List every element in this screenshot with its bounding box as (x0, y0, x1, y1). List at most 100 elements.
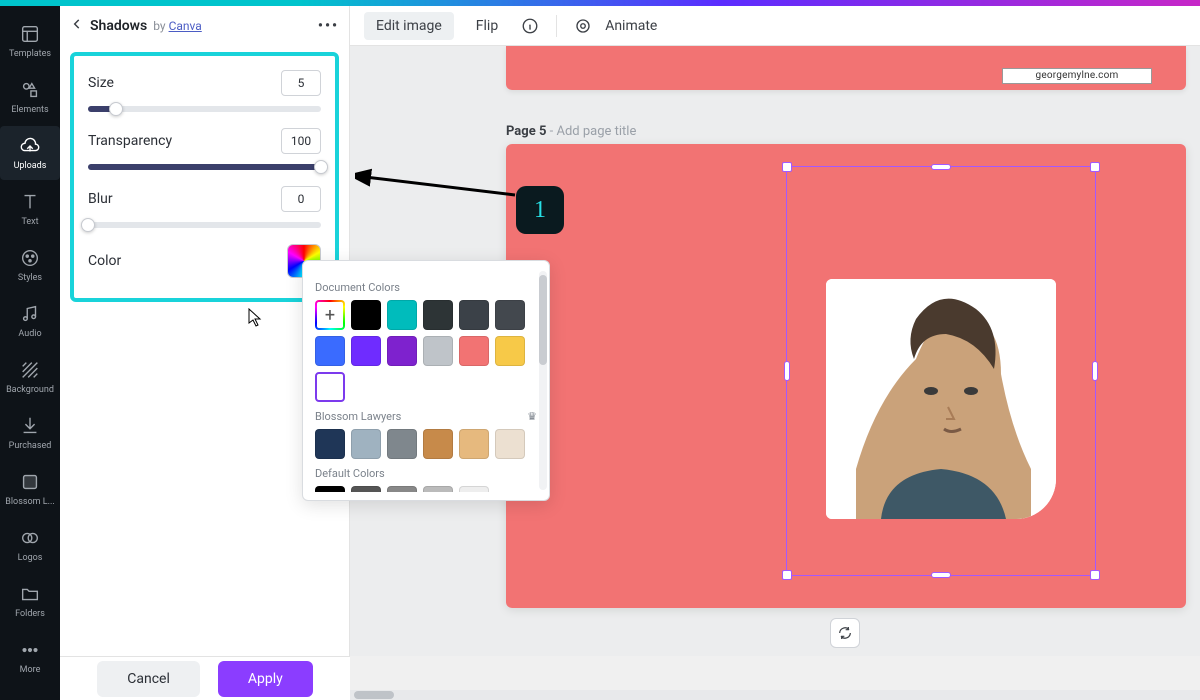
size-label: Size (88, 75, 114, 91)
color-swatch[interactable] (315, 429, 345, 459)
color-swatch[interactable] (423, 486, 453, 492)
color-swatch[interactable] (315, 336, 345, 366)
brand-icon (19, 471, 41, 493)
shadow-controls-group: Size Transparency Blur (70, 52, 339, 302)
panel-title: Shadows (90, 18, 147, 34)
blur-input[interactable] (281, 186, 321, 212)
color-swatch[interactable] (387, 486, 417, 492)
color-swatch[interactable] (495, 300, 525, 330)
animate-button[interactable]: Animate (603, 12, 669, 40)
color-swatch[interactable] (315, 486, 345, 492)
info-icon[interactable] (520, 16, 540, 36)
page-title-placeholder[interactable]: Add page title (556, 124, 636, 139)
back-button[interactable] (70, 17, 84, 35)
color-swatch[interactable] (459, 429, 489, 459)
color-swatch[interactable] (459, 336, 489, 366)
color-swatch[interactable] (387, 429, 417, 459)
color-swatch[interactable] (423, 429, 453, 459)
context-toolbar: Edit image Flip Animate (350, 6, 1200, 46)
color-swatch[interactable] (351, 486, 381, 492)
color-swatch[interactable] (495, 429, 525, 459)
transparency-control: Transparency (88, 128, 321, 170)
sidebar-item-folders[interactable]: Folders (0, 574, 60, 628)
page-header: Page 5 - Add page title (506, 124, 636, 139)
sidebar-label: Uploads (14, 161, 47, 171)
sidebar-label: Logos (18, 553, 43, 563)
color-section-header: Document Colors (315, 281, 537, 294)
color-swatch[interactable] (351, 300, 381, 330)
blur-slider[interactable] (88, 222, 321, 228)
templates-icon (19, 23, 41, 45)
resize-handle-e[interactable] (1092, 361, 1098, 381)
resize-handle-nw[interactable] (782, 162, 792, 172)
size-control: Size (88, 70, 321, 112)
sidebar-label: Templates (9, 49, 51, 59)
sidebar-item-templates[interactable]: Templates (0, 14, 60, 68)
canva-link[interactable]: Canva (169, 19, 202, 33)
resize-handle-w[interactable] (784, 361, 790, 381)
sidebar-item-text[interactable]: Text (0, 182, 60, 236)
annotation-badge: 1 (516, 186, 564, 234)
color-label: Color (88, 253, 121, 269)
color-swatch[interactable] (495, 336, 525, 366)
transparency-slider[interactable] (88, 164, 321, 170)
edit-image-button[interactable]: Edit image (364, 12, 454, 40)
sidebar-item-audio[interactable]: Audio (0, 294, 60, 348)
panel-footer: Cancel Apply (60, 656, 350, 700)
sidebar-item-more[interactable]: More (0, 630, 60, 684)
sidebar-label: Purchased (9, 441, 52, 451)
animate-icon (573, 16, 593, 36)
sidebar-item-purchased[interactable]: Purchased (0, 406, 60, 460)
resize-handle-n[interactable] (931, 164, 951, 170)
size-input[interactable] (281, 70, 321, 96)
panel-header: Shadows by Canva ••• (60, 6, 349, 46)
popover-scrollbar[interactable] (539, 271, 547, 490)
color-swatch[interactable] (387, 300, 417, 330)
cancel-button[interactable]: Cancel (97, 661, 200, 697)
url-watermark: georgemylne.com (1002, 68, 1152, 84)
color-section-header: Default Colors (315, 467, 537, 480)
sync-icon (837, 625, 853, 641)
brand-icon-small: ♛ (527, 410, 537, 423)
resize-handle-s[interactable] (931, 572, 951, 578)
apply-button[interactable]: Apply (218, 661, 313, 697)
resize-handle-se[interactable] (1090, 570, 1100, 580)
page-sync-button[interactable] (830, 618, 860, 648)
color-popover: Document Colors + Blossom Lawyers♛ Defau… (302, 260, 550, 501)
flip-button[interactable]: Flip (464, 12, 510, 40)
purchased-icon (19, 415, 41, 437)
sidebar-item-logos[interactable]: Logos (0, 518, 60, 572)
uploads-icon (19, 135, 41, 157)
more-icon (19, 639, 41, 661)
color-swatch[interactable] (351, 429, 381, 459)
color-swatch[interactable] (423, 336, 453, 366)
sidebar-label: Elements (11, 105, 48, 115)
sidebar-label: Blossom L... (5, 497, 54, 507)
add-color-button[interactable]: + (315, 300, 345, 330)
sidebar-item-brand[interactable]: Blossom L... (0, 462, 60, 516)
panel-more-button[interactable]: ••• (318, 18, 339, 34)
resize-handle-ne[interactable] (1090, 162, 1100, 172)
canvas-page[interactable] (506, 144, 1186, 608)
audio-icon (19, 303, 41, 325)
sidebar-item-background[interactable]: Background (0, 350, 60, 404)
color-control: Color (88, 244, 321, 278)
resize-handle-sw[interactable] (782, 570, 792, 580)
toolbar-separator (556, 15, 557, 37)
color-swatch[interactable] (423, 300, 453, 330)
transparency-input[interactable] (281, 128, 321, 154)
color-swatch[interactable] (459, 486, 489, 492)
color-swatch[interactable] (387, 336, 417, 366)
color-swatch[interactable] (459, 300, 489, 330)
folders-icon (19, 583, 41, 605)
sidebar-item-elements[interactable]: Elements (0, 70, 60, 124)
sidebar-item-styles[interactable]: Styles (0, 238, 60, 292)
color-swatch[interactable] (351, 336, 381, 366)
size-slider[interactable] (88, 106, 321, 112)
color-swatch-selected[interactable] (315, 372, 345, 402)
sidebar-item-uploads[interactable]: Uploads (0, 126, 60, 180)
horizontal-scrollbar[interactable] (350, 690, 1200, 700)
text-icon (19, 191, 41, 213)
sidebar-label: Background (6, 385, 54, 395)
selection-box[interactable] (786, 166, 1096, 576)
